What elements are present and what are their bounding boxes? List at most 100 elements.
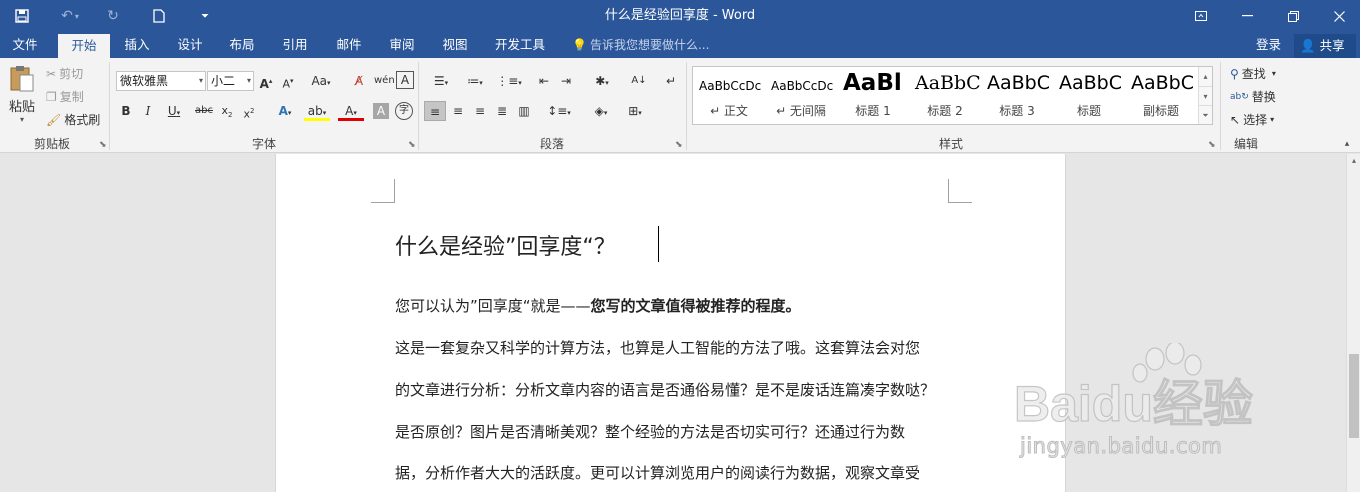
paste-button[interactable]: 粘贴 ▾	[6, 64, 38, 126]
tab-mailings[interactable]: 邮件	[326, 32, 372, 58]
document-page[interactable]: 什么是经验”回享度“？ 您可以认为”回享度“就是——您写的文章值得被推荐的程度。…	[275, 154, 1066, 492]
login-link[interactable]: 登录	[1256, 32, 1281, 58]
highlight-icon[interactable]: ab▾	[304, 101, 330, 121]
restore-icon[interactable]	[1270, 0, 1316, 32]
line-spacing-icon[interactable]: ↕≡▾	[544, 101, 574, 121]
sort-icon[interactable]: A↓	[630, 71, 648, 91]
scroll-up-icon[interactable]: ▴	[1347, 156, 1360, 165]
character-border-icon[interactable]: A	[396, 71, 414, 89]
share-button[interactable]: 👤 共享	[1294, 34, 1356, 58]
subscript-icon[interactable]: x2	[218, 101, 236, 121]
minimize-icon[interactable]	[1224, 0, 1270, 32]
show-marks-icon[interactable]: ↵	[662, 71, 680, 91]
replace-button[interactable]: ab↻ 替换	[1230, 88, 1276, 105]
lightbulb-icon: 💡	[572, 38, 587, 52]
distributed-icon[interactable]: ▥	[514, 101, 534, 121]
paragraph-line[interactable]: 这是一套复杂又科学的计算方法，也算是人工智能的方法了哦。这套算法会对您	[395, 337, 920, 358]
align-right-icon[interactable]: ≡	[470, 101, 490, 121]
strikethrough-icon[interactable]: abc	[193, 101, 215, 121]
numbering-icon[interactable]: ≔▾	[460, 71, 490, 91]
paragraph-line[interactable]: 是否原创？图片是否清晰美观？整个经验的方法是否切实可行？还通过行为数	[395, 421, 905, 442]
shading-icon[interactable]: ◈▾	[586, 101, 616, 121]
editing-group-label: 编辑	[1233, 137, 1258, 151]
tab-view[interactable]: 视图	[432, 32, 478, 58]
paragraph-line[interactable]: 您可以认为”回享度“就是——您写的文章值得被推荐的程度。	[395, 295, 801, 316]
enclose-characters-icon[interactable]: 字	[395, 102, 413, 120]
shrink-font-icon[interactable]: A▾	[280, 71, 296, 91]
chevron-down-icon[interactable]: ▾	[1199, 86, 1212, 105]
clipboard-launcher-icon[interactable]: ⬊	[99, 140, 107, 150]
borders-icon[interactable]: ⊞▾	[620, 101, 650, 121]
align-left-icon[interactable]: ≡	[424, 101, 446, 121]
underline-icon[interactable]: U▾	[162, 101, 186, 121]
tab-design[interactable]: 设计	[167, 32, 213, 58]
ribbon-display-options-icon[interactable]	[1178, 0, 1224, 32]
cut-button[interactable]: ✂ 剪切	[46, 65, 83, 82]
styles-scrollbar[interactable]: ▴ ▾ ⏷	[1198, 67, 1212, 124]
more-styles-icon[interactable]: ⏷	[1199, 105, 1212, 124]
clear-formatting-icon[interactable]: A̸	[350, 71, 368, 91]
decrease-indent-icon[interactable]: ⇤	[534, 71, 554, 91]
close-icon[interactable]	[1316, 0, 1360, 32]
styles-launcher-icon[interactable]: ⬊	[1208, 140, 1216, 150]
tell-me-text: 告诉我您想要做什么...	[589, 38, 710, 52]
multilevel-list-icon[interactable]: ⋮≡▾	[494, 71, 524, 91]
paragraph-line[interactable]: 的文章进行分析：分析文章内容的语言是否通俗易懂？是不是废话连篇凑字数哒？	[395, 379, 935, 400]
paste-label: 粘贴	[8, 100, 35, 115]
style-preview: AaBbC	[987, 72, 1051, 94]
bullets-icon[interactable]: ☰▾	[426, 71, 456, 91]
text-effects-icon[interactable]: A▾	[272, 101, 298, 121]
style-name: 标题 2	[927, 104, 963, 118]
ribbon-tabs: 文件 开始 插入 设计 布局 引用 邮件 审阅 视图 开发工具 💡 告诉我您想要做…	[0, 32, 1360, 58]
document-heading[interactable]: 什么是经验”回享度“？	[395, 229, 616, 261]
style-name: ↵ 正文	[710, 104, 748, 118]
paragraph-line[interactable]: 据，分析作者大大的活跃度。更可以计算浏览用户的阅读行为数据，观察文章受	[395, 462, 920, 483]
tab-insert[interactable]: 插入	[114, 32, 160, 58]
justify-icon[interactable]: ≣	[492, 101, 512, 121]
scrollbar-thumb[interactable]	[1349, 354, 1359, 438]
style-heading-1[interactable]: AaBl 标题 1	[837, 67, 909, 124]
paragraph-text: 您可以认为”回享度“就是——	[395, 297, 591, 315]
increase-indent-icon[interactable]: ⇥	[556, 71, 576, 91]
tab-home[interactable]: 开始	[58, 34, 110, 58]
font-size-combo[interactable]: 小二 ▾	[207, 71, 254, 91]
scissors-icon: ✂	[46, 66, 57, 81]
italic-icon[interactable]: I	[140, 101, 156, 121]
copy-button[interactable]: ❐ 复制	[46, 88, 84, 105]
style-subtitle[interactable]: AaBbC 副标题	[1125, 67, 1197, 124]
tab-review[interactable]: 审阅	[379, 32, 425, 58]
change-case-icon[interactable]: Aa▾	[308, 71, 334, 91]
superscript-icon[interactable]: x2	[240, 101, 258, 121]
font-name-combo[interactable]: 微软雅黑 ▾	[116, 71, 206, 91]
chevron-up-icon[interactable]: ▴	[1199, 67, 1212, 86]
tab-references[interactable]: 引用	[272, 32, 318, 58]
vertical-scrollbar[interactable]: ▴	[1346, 154, 1360, 492]
style-preview: AaBl	[843, 70, 902, 96]
character-shading-icon[interactable]: A	[373, 103, 389, 119]
phonetic-guide-icon[interactable]: wén	[374, 71, 395, 91]
collapse-ribbon-icon[interactable]: ▴	[1340, 134, 1354, 154]
paragraph-launcher-icon[interactable]: ⬊	[675, 140, 683, 150]
style-normal[interactable]: AaBbCcDc ↵ 正文	[693, 67, 765, 124]
find-label: 查找	[1241, 67, 1266, 81]
chinese-layout-icon[interactable]: ✱▾	[588, 71, 616, 91]
style-name: 标题 3	[999, 104, 1035, 118]
find-button[interactable]: ⚲ 查找 ▾	[1230, 65, 1276, 82]
style-preview: AaBbC	[915, 72, 981, 94]
style-title[interactable]: AaBbC 标题	[1053, 67, 1125, 124]
tab-layout[interactable]: 布局	[219, 32, 265, 58]
tell-me-search[interactable]: 💡 告诉我您想要做什么...	[572, 32, 709, 58]
select-button[interactable]: ↖ 选择 ▾	[1230, 111, 1274, 128]
font-launcher-icon[interactable]: ⬊	[408, 140, 416, 150]
tab-developer[interactable]: 开发工具	[487, 32, 553, 58]
bold-icon[interactable]: B	[118, 101, 134, 121]
format-painter-button[interactable]: 🖌 格式刷	[46, 111, 100, 128]
font-color-icon[interactable]: A▾	[338, 101, 364, 121]
style-heading-3[interactable]: AaBbC 标题 3	[981, 67, 1053, 124]
align-center-icon[interactable]: ≡	[448, 101, 468, 121]
style-heading-2[interactable]: AaBbC 标题 2	[909, 67, 981, 124]
tab-file[interactable]: 文件	[0, 32, 50, 58]
style-name: 副标题	[1142, 104, 1179, 118]
style-no-spacing[interactable]: AaBbCcDc ↵ 无间隔	[765, 67, 837, 124]
grow-font-icon[interactable]: A▴	[258, 71, 274, 91]
